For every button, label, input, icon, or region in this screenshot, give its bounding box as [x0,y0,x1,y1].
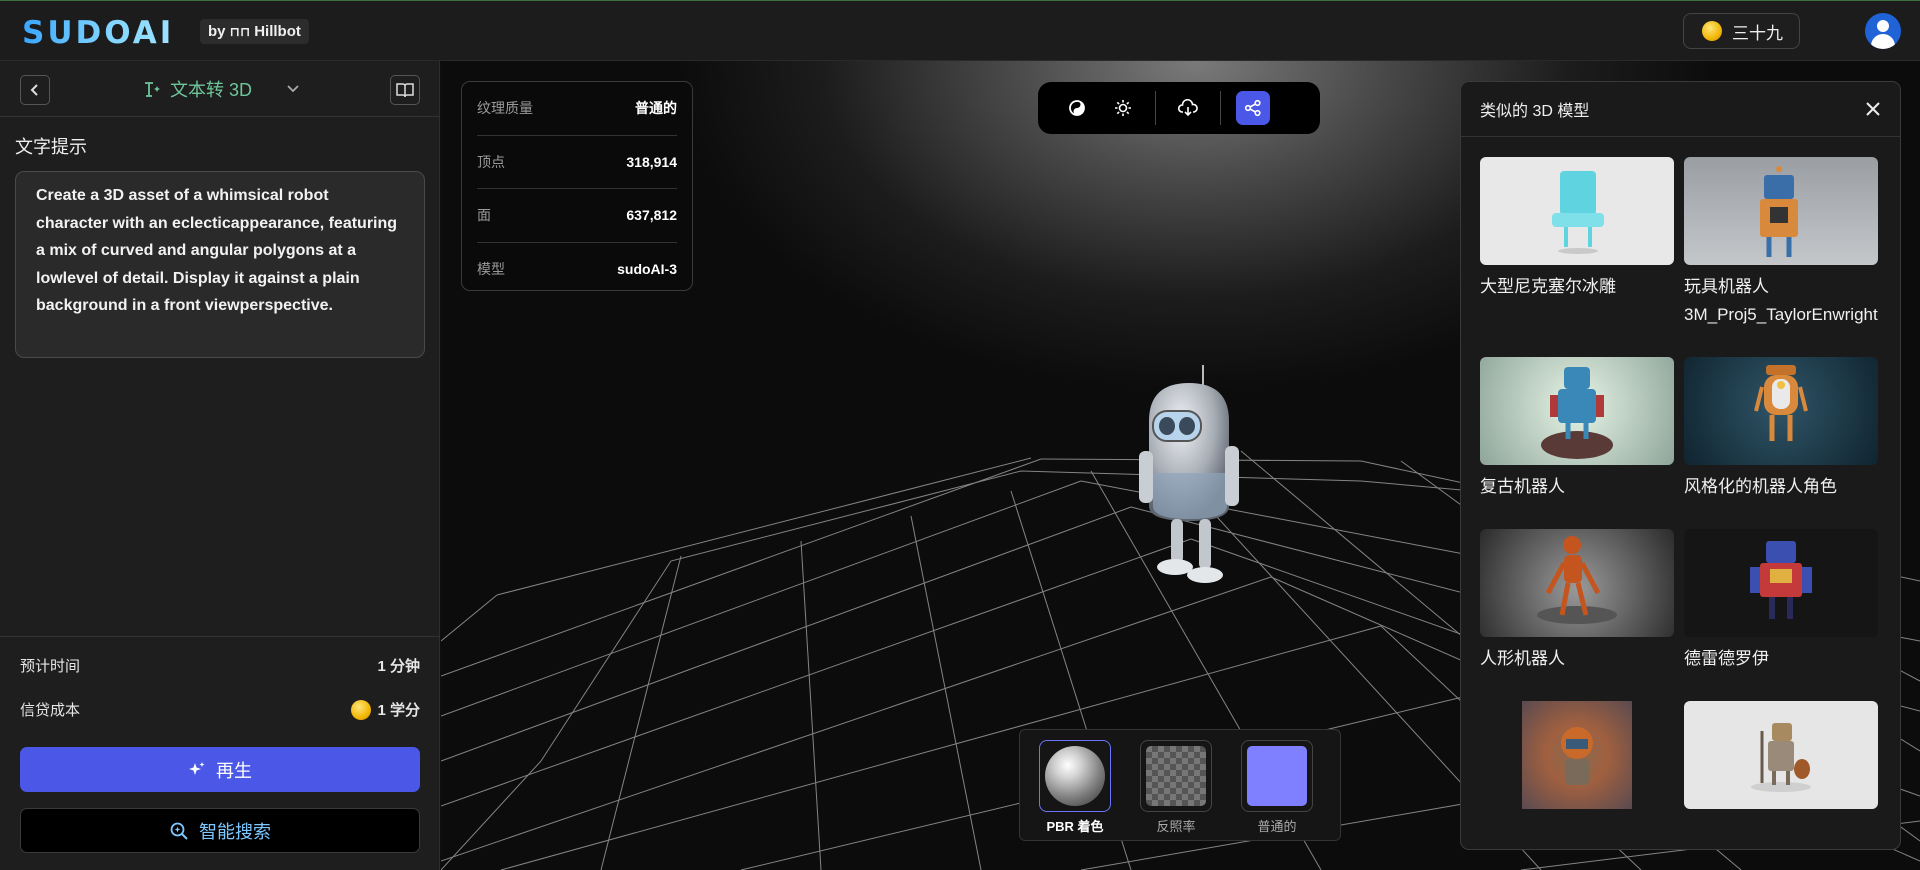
cost-label: 信贷成本 [20,702,81,719]
hillbot-badge[interactable]: by ⊓⊓ Hillbot [200,19,309,44]
mode-label: 文本转 3D [170,80,253,100]
byline-by: by [208,23,226,40]
model-title: 人形机器人 [1480,649,1565,668]
model-title: 复古机器人 [1480,477,1565,496]
material-switcher: PBR 着色 反照率 普通的 [1019,729,1341,841]
stat-key: 模型 [477,261,505,278]
robot-model[interactable] [1119,361,1259,601]
coin-icon [351,699,372,720]
model-thumbnail [1684,529,1878,637]
model-title: 大型尼克塞尔冰雕 [1480,277,1616,296]
search-sparkle-icon [170,822,188,840]
regenerate-button[interactable]: 再生 [20,747,420,792]
similar-model-card[interactable]: 玩具机器人 3M_Proj5_TaylorEnwright [1684,157,1878,329]
albedo-swatch [1140,740,1212,812]
viewer-toolbar [1038,82,1320,134]
share-icon [1244,99,1261,117]
lighting-button[interactable] [1106,91,1140,125]
credits-balance[interactable]: 三十九 [1683,13,1800,49]
chevron-down-icon [287,85,299,93]
cost-value: 1 学分 [377,702,420,719]
share-button[interactable] [1236,91,1270,125]
model-thumbnail [1480,701,1674,809]
stat-row: 顶点 318,914 [477,136,677,189]
left-panel-header: 文本转 3D [0,61,439,117]
toolbar-separator [1155,91,1156,125]
sparkle-icon [189,761,205,775]
model-subtitle: 3M_Proj5_TaylorEnwright [1684,305,1878,324]
similar-model-card[interactable] [1684,701,1878,817]
model-stats-panel: 纹理质量 普通的 顶点 318,914 面 637,812 模型 sudoAI-… [461,81,693,291]
stat-value: 普通的 [635,100,677,117]
stat-row: 模型 sudoAI-3 [477,243,677,297]
model-thumbnail [1684,701,1878,809]
regenerate-label: 再生 [216,760,252,781]
model-thumbnail [1480,157,1674,265]
download-button[interactable] [1171,91,1205,125]
est-time-label: 预计时间 [20,658,81,675]
similar-model-card[interactable]: 复古机器人 [1480,357,1674,501]
text-sparkle-icon [145,82,160,97]
est-time-value: 1 分钟 [377,658,420,675]
cloud-download-icon [1178,99,1198,117]
smart-search-label: 智能搜索 [199,821,271,842]
similar-model-card[interactable]: 大型尼克塞尔冰雕 [1480,157,1674,301]
similar-models-header: 类似的 3D 模型 [1461,82,1900,137]
material-label: 普通的 [1257,819,1297,834]
coin-icon [1702,21,1722,41]
cost-row: 信贷成本 1 学分 [20,699,420,720]
material-albedo[interactable]: 反照率 [1140,740,1212,835]
shading-toggle-button[interactable] [1060,91,1094,125]
stat-value: 637,812 [626,207,677,224]
similar-models-panel: 类似的 3D 模型 大型尼克塞尔冰雕 玩具机器人 3M_Proj5_Taylor… [1460,81,1901,850]
model-title: 德雷德罗伊 [1684,649,1769,668]
mode-selector[interactable]: 文本转 3D [142,76,300,102]
model-title: 玩具机器人 [1684,277,1769,296]
toolbar-separator [1220,91,1221,125]
stat-row: 面 637,812 [477,189,677,243]
stat-key: 面 [477,207,491,224]
chevron-left-icon [30,84,38,96]
est-time-row: 预计时间 1 分钟 [20,655,420,676]
back-button[interactable] [20,75,50,105]
generation-footer: 预计时间 1 分钟 信贷成本 1 学分 再生 智能搜索 [0,636,440,870]
stat-row: 纹理质量 普通的 [477,82,677,136]
hillbot-icon: ⊓⊓ [229,24,251,39]
user-avatar[interactable] [1865,13,1901,49]
left-panel: 文本转 3D 文字提示 Create a 3D asset of a whims… [0,61,440,870]
top-bar: SUDOAI by ⊓⊓ Hillbot 三十九 [0,0,1920,61]
similar-model-card[interactable] [1480,701,1674,817]
material-label: PBR 着色 [1046,819,1104,834]
byline-brand: Hillbot [254,23,301,40]
stat-value: 318,914 [626,153,677,170]
material-label: 反照率 [1156,819,1196,834]
sudoai-logo[interactable]: SUDOAI [22,15,174,51]
similar-model-card[interactable]: 风格化的机器人角色 [1684,357,1878,501]
close-icon[interactable] [1865,101,1881,117]
prompt-textarea[interactable]: Create a 3D asset of a whimsical robot c… [15,171,425,358]
smart-search-button[interactable]: 智能搜索 [20,808,420,853]
model-thumbnail [1480,529,1674,637]
model-thumbnail [1480,357,1674,465]
model-thumbnail [1684,157,1878,265]
stat-value: sudoAI-3 [617,261,677,278]
book-icon [396,83,414,98]
stat-key: 顶点 [477,153,505,170]
credits-value: 三十九 [1732,23,1783,43]
docs-button[interactable] [390,75,420,105]
palette-icon [1069,100,1085,116]
normal-swatch [1241,740,1313,812]
sun-icon [1115,100,1131,116]
material-pbr[interactable]: PBR 着色 [1039,740,1111,835]
prompt-label: 文字提示 [15,137,87,157]
similar-models-title: 类似的 3D 模型 [1480,103,1590,120]
similar-model-card[interactable]: 人形机器人 [1480,529,1674,673]
model-thumbnail [1684,357,1878,465]
stat-key: 纹理质量 [477,100,533,117]
cost-value-wrap: 1 学分 [351,699,420,720]
similar-model-card[interactable]: 德雷德罗伊 [1684,529,1878,673]
pbr-swatch [1039,740,1111,812]
material-normal[interactable]: 普通的 [1241,740,1313,835]
model-title: 风格化的机器人角色 [1684,477,1837,496]
